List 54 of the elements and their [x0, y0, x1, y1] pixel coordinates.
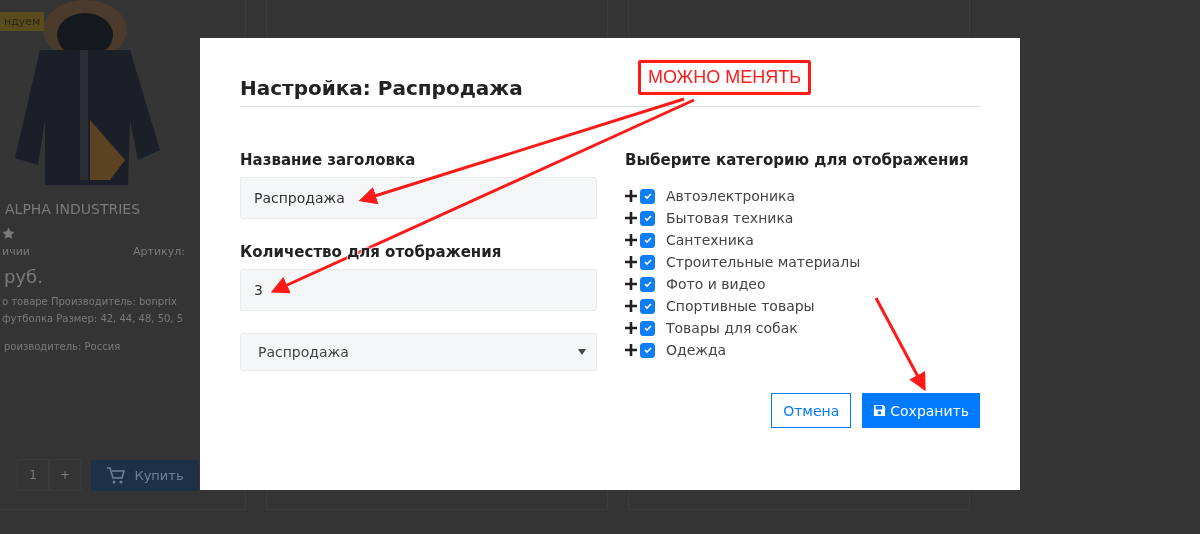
checkbox[interactable]: [640, 210, 655, 226]
field-label: Название заголовка: [240, 151, 417, 169]
heading-field[interactable]: Распродажа: [240, 177, 597, 219]
cart-icon: [106, 465, 127, 485]
category-label: Фото и видео: [666, 276, 766, 292]
category-label: Автоэлектроника: [666, 188, 796, 204]
expand-icon[interactable]: [625, 344, 637, 356]
checkbox[interactable]: [640, 276, 655, 292]
checkmark-icon: [642, 323, 653, 333]
checkbox[interactable]: [640, 320, 655, 336]
quantity-field[interactable]: 1: [17, 459, 49, 491]
checkmark-icon: [642, 345, 653, 355]
category-label: Бытовая техника: [666, 210, 794, 226]
expand-icon[interactable]: [625, 278, 637, 290]
category-label: Строительные материалы: [666, 254, 861, 270]
checkbox[interactable]: [640, 188, 655, 204]
category-select[interactable]: Распродажа: [240, 333, 597, 371]
category-label: Одежда: [666, 342, 727, 358]
cancel-button[interactable]: Отмена: [771, 393, 852, 428]
expand-icon[interactable]: [625, 234, 637, 246]
expand-icon[interactable]: [625, 190, 637, 202]
star-icon: [2, 227, 15, 240]
description-text: футболка Размер: 42, 44, 48, 50, 5: [2, 312, 184, 326]
expand-icon[interactable]: [625, 212, 637, 224]
checkmark-icon: [642, 235, 653, 245]
price: руб.: [4, 266, 43, 287]
caret-icon: [578, 349, 586, 355]
category-label: Товары для собак: [666, 320, 798, 336]
availability-text: ичии: [2, 245, 30, 258]
category-label: Спортивные товары: [666, 298, 815, 314]
category-label: Сантехника: [666, 232, 754, 248]
plus-button[interactable]: +: [49, 459, 81, 491]
product-title: ALPHA INDUSTRIES: [5, 201, 141, 217]
checkbox[interactable]: [640, 342, 655, 358]
country-text: роизводитель: Россия: [4, 341, 121, 352]
expand-icon[interactable]: [625, 256, 637, 268]
checkmark-icon: [642, 257, 653, 267]
expand-icon[interactable]: [625, 322, 637, 334]
checkmark-icon: [642, 191, 653, 201]
buy-button[interactable]: Купить: [91, 459, 199, 491]
article-text: Артикул:: [133, 245, 185, 258]
expand-icon[interactable]: [625, 300, 637, 312]
checkmark-icon: [642, 279, 653, 289]
section-title: Выберите категорию для отображения: [625, 151, 970, 169]
description-text: о товаре Производитель: bonprix: [2, 295, 177, 309]
count-field[interactable]: 3: [240, 269, 597, 311]
save-icon: [873, 404, 887, 417]
checkbox[interactable]: [640, 254, 655, 270]
checkmark-icon: [642, 301, 653, 311]
checkbox[interactable]: [640, 298, 655, 314]
annotation-label: МОЖНО МЕНЯТЬ: [638, 60, 812, 95]
save-button[interactable]: Сохранить: [862, 393, 980, 428]
checkbox[interactable]: [640, 232, 655, 248]
checkmark-icon: [642, 213, 653, 223]
